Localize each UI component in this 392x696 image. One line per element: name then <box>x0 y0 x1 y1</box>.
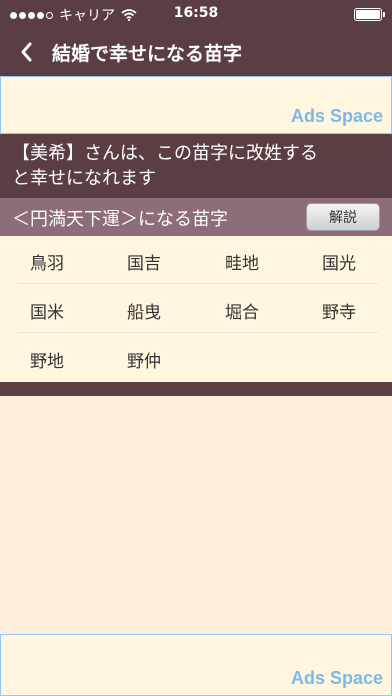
page-title: 結婚で幸せになる苗字 <box>52 43 243 65</box>
surname-item: 国米 <box>30 303 64 323</box>
status-time: 16:58 <box>173 5 219 21</box>
nav-bar: 結婚で幸せになる苗字 <box>0 28 392 76</box>
result-message: 【美希】さんは、この苗字に改姓する と幸せになれます <box>0 134 392 198</box>
section-header: ＜円満天下運＞になる苗字 解説 <box>0 198 392 236</box>
message-line-1: 【美希】さんは、この苗字に改姓する <box>12 143 318 164</box>
surname-grid: 鳥羽 国吉 畦地 国光 国米 船曳 堀合 野寺 野地 野仲 <box>0 236 392 382</box>
surname-item: 鳥羽 <box>30 254 64 274</box>
battery-icon <box>354 8 385 21</box>
surname-row: 野地 野仲 <box>18 334 378 382</box>
explain-button[interactable]: 解説 <box>306 203 380 231</box>
top-bar: キャリア 16:58 結婚で幸せになる苗字 <box>0 0 392 76</box>
ad-label: Ads Space <box>290 106 383 126</box>
surname-item: 国光 <box>322 254 356 274</box>
surname-row: 国米 船曳 堀合 野寺 <box>18 285 378 333</box>
surname-row: 鳥羽 国吉 畦地 国光 <box>18 236 378 284</box>
message-line-2: と幸せになれます <box>12 168 156 189</box>
surname-item: 国吉 <box>127 254 161 274</box>
back-button[interactable] <box>8 34 44 70</box>
surname-item: 野地 <box>30 352 64 372</box>
surname-item: 堀合 <box>225 303 259 323</box>
ad-banner-bottom[interactable]: Ads Space <box>0 634 392 696</box>
surname-item: 野寺 <box>322 303 356 323</box>
divider <box>0 382 392 396</box>
chevron-left-icon <box>21 42 32 62</box>
section-title: ＜円満天下運＞になる苗字 <box>12 209 228 230</box>
surname-item: 畦地 <box>225 254 259 274</box>
ad-label: Ads Space <box>290 668 383 688</box>
status-bar: キャリア 16:58 <box>0 0 392 28</box>
surname-item: 野仲 <box>127 352 161 372</box>
ad-banner-top[interactable]: Ads Space <box>0 76 392 134</box>
surname-item: 船曳 <box>127 303 161 323</box>
